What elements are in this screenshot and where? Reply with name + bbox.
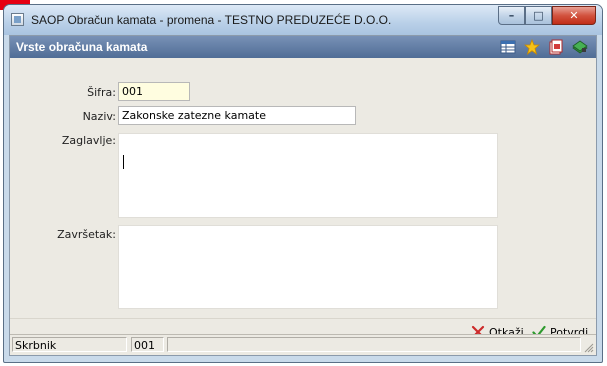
sifra-label: Šifra: xyxy=(87,86,116,99)
form-panel: Vrste obračuna kamata Šifra: 001 Naziv: … xyxy=(9,35,597,356)
app-icon[interactable] xyxy=(11,13,24,26)
export-icon[interactable] xyxy=(548,39,564,55)
resize-grip-icon[interactable] xyxy=(583,342,594,353)
books-icon[interactable] xyxy=(572,39,588,55)
app-window: SAOP Obračun kamata - promena - TESTNO P… xyxy=(3,4,603,363)
header-toolbar xyxy=(500,39,588,55)
button-area-divider xyxy=(10,318,596,319)
zavrsetak-label: Završetak: xyxy=(57,228,116,241)
zavrsetak-textarea[interactable] xyxy=(118,225,498,309)
status-user: Skrbnik xyxy=(12,337,127,352)
sifra-field[interactable]: 001 xyxy=(118,82,190,101)
zaglavlje-textarea[interactable] xyxy=(118,133,498,218)
status-code: 001 xyxy=(131,337,164,352)
status-bar: Skrbnik 001 xyxy=(10,334,596,355)
window-controls: – □ ✕ xyxy=(498,6,596,26)
form-title: Vrste obračuna kamata xyxy=(16,40,148,54)
naziv-field[interactable]: Zakonske zatezne kamate xyxy=(118,106,356,125)
table-icon[interactable] xyxy=(500,39,516,55)
naziv-label: Naziv: xyxy=(82,110,116,123)
window-title: SAOP Obračun kamata - promena - TESTNO P… xyxy=(31,13,392,27)
minimize-button[interactable]: – xyxy=(498,6,525,25)
text-caret xyxy=(123,155,124,169)
maximize-button[interactable]: □ xyxy=(525,6,552,25)
close-button[interactable]: ✕ xyxy=(552,6,596,25)
star-icon[interactable] xyxy=(524,39,540,55)
form-header: Vrste obračuna kamata xyxy=(10,36,596,58)
status-extra xyxy=(167,337,581,352)
title-bar[interactable]: SAOP Obračun kamata - promena - TESTNO P… xyxy=(4,5,602,35)
zaglavlje-label: Zaglavlje: xyxy=(61,134,116,147)
